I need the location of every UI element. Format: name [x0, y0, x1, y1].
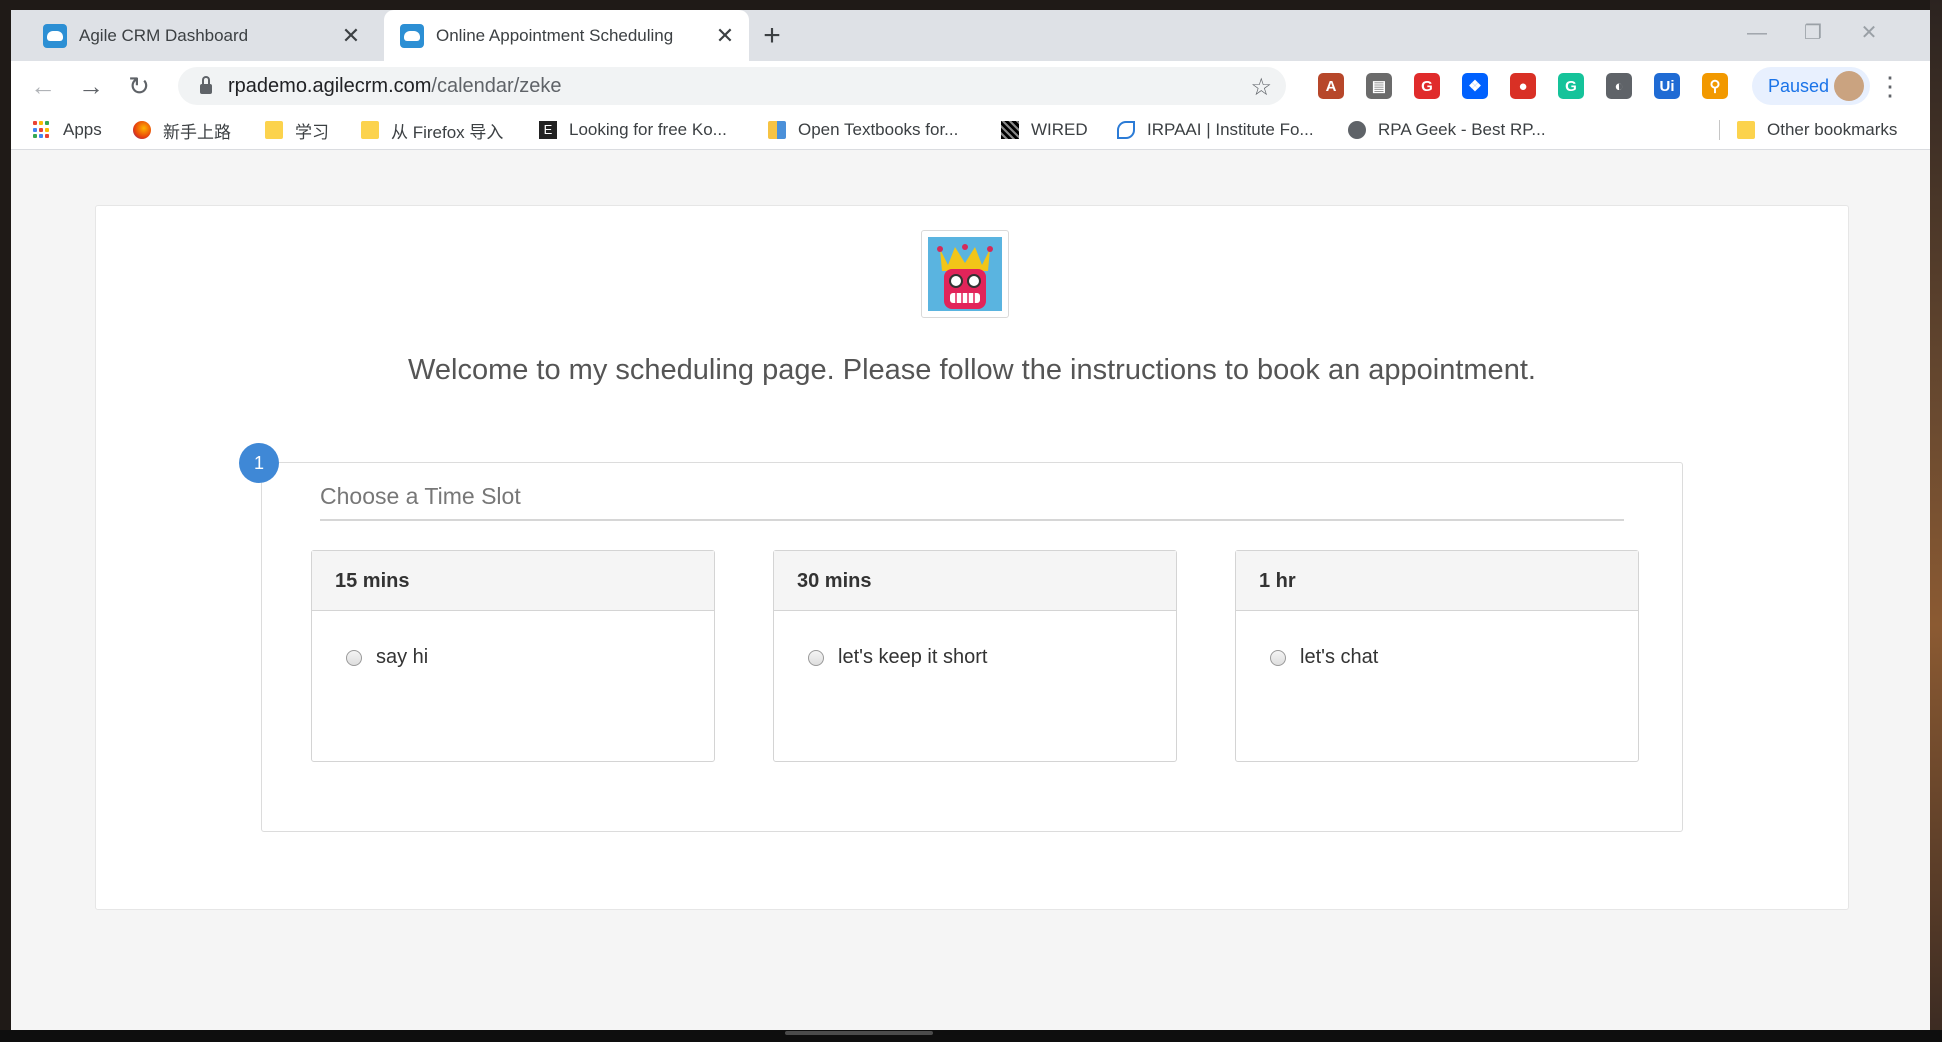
textbook-icon	[768, 121, 786, 139]
bookmark-label: RPA Geek - Best RP...	[1378, 120, 1546, 139]
close-tab-icon[interactable]: ✕	[341, 23, 361, 49]
red-square-icon[interactable]: G	[1414, 73, 1440, 99]
record-icon[interactable]: ●	[1510, 73, 1536, 99]
taskbar	[0, 1030, 1942, 1042]
taskbar-handle	[785, 1031, 933, 1035]
step-number-badge: 1	[239, 443, 279, 483]
step-title: Choose a Time Slot	[320, 483, 1624, 521]
reload-icon[interactable]: ↻	[123, 70, 155, 102]
slot-option-label: let's keep it short	[838, 646, 988, 668]
dropbox-icon[interactable]: ❖	[1462, 73, 1488, 99]
tab-title: Agile CRM Dashboard	[79, 25, 249, 45]
radio-button[interactable]	[346, 649, 362, 666]
firefox-icon	[133, 121, 151, 139]
apps-icon	[33, 121, 51, 139]
bookmark-label: Looking for free Ko...	[569, 120, 727, 139]
slot-option-label: let's chat	[1300, 646, 1379, 668]
url-path: /calendar/zeke	[431, 74, 562, 97]
tab-online-appointment-scheduling[interactable]: Online Appointment Scheduling ✕	[384, 10, 749, 61]
mascot-avatar-icon	[928, 237, 1002, 311]
welcome-message: Welcome to my scheduling page. Please fo…	[408, 354, 1536, 386]
pdf-icon[interactable]: A	[1318, 73, 1344, 99]
folder-icon	[1737, 121, 1755, 139]
address-bar[interactable]: rpademo.agilecrm.com/calendar/zeke ☆	[178, 67, 1286, 105]
bookmark-looking-for-free[interactable]: E Looking for free Ko...	[539, 111, 727, 149]
bookmarks-divider	[1719, 120, 1720, 140]
forward-arrow-icon[interactable]: →	[75, 70, 107, 102]
bookmark-label: Other bookmarks	[1767, 120, 1898, 139]
url-text: rpademo.agilecrm.com/calendar/zeke	[228, 75, 562, 98]
bookmark-irpaai[interactable]: IRPAAI | Institute Fo...	[1117, 111, 1314, 149]
bookmark-star-icon[interactable]: ☆	[1250, 73, 1272, 102]
radio-button[interactable]	[1270, 649, 1286, 666]
profile-button[interactable]: Paused	[1752, 67, 1870, 105]
avatar	[1834, 71, 1864, 101]
restore-button[interactable]: ❐	[1793, 18, 1833, 48]
slot-option-label: say hi	[376, 646, 429, 668]
bookmark-label: Open Textbooks for...	[798, 120, 959, 139]
browser-window: Agile CRM Dashboard ✕ Online Appointment…	[11, 10, 1930, 1030]
bookmark-label: 学习	[295, 122, 329, 142]
mascot-svg	[937, 244, 993, 309]
bookmark-label: WIRED	[1031, 120, 1088, 139]
minimize-button[interactable]: —	[1737, 18, 1777, 48]
bookmark-apps[interactable]: Apps	[33, 111, 102, 149]
page-content: Welcome to my scheduling page. Please fo…	[11, 150, 1930, 1030]
folder-icon	[265, 121, 283, 139]
bookmark-label: 从 Firefox 导入	[391, 122, 504, 142]
slot-card-15-mins: 15 mins say hi	[311, 550, 715, 762]
slot-option-say-hi[interactable]: say hi	[346, 646, 428, 669]
close-window-button[interactable]: ✕	[1849, 18, 1889, 48]
cloud-icon	[43, 23, 67, 48]
document-icon[interactable]: ▤	[1366, 73, 1392, 99]
slot-duration: 15 mins	[312, 551, 714, 611]
slot-duration: 30 mins	[774, 551, 1176, 611]
more-menu-icon[interactable]: ⋮	[1877, 71, 1903, 101]
scheduling-card: Welcome to my scheduling page. Please fo…	[95, 205, 1849, 910]
bookmark-rpa-geek[interactable]: RPA Geek - Best RP...	[1348, 111, 1546, 149]
browser-toolbar: ← → ↻ rpademo.agilecrm.com/calendar/zeke…	[11, 61, 1930, 111]
slot-card-30-mins: 30 mins let's keep it short	[773, 550, 1177, 762]
bookmark-label: IRPAAI | Institute Fo...	[1147, 120, 1314, 139]
bookmark-other[interactable]: Other bookmarks	[1737, 111, 1897, 149]
uipath-icon[interactable]: Ui	[1654, 73, 1680, 99]
tab-strip: Agile CRM Dashboard ✕ Online Appointment…	[11, 10, 1930, 61]
bookmark-label: Apps	[63, 120, 102, 139]
slot-option-lets-chat[interactable]: let's chat	[1270, 646, 1378, 669]
tab-title: Online Appointment Scheduling	[436, 25, 674, 45]
radio-button[interactable]	[808, 649, 824, 666]
slot-option-keep-it-short[interactable]: let's keep it short	[808, 646, 987, 669]
desktop-background	[1930, 0, 1942, 1042]
wired-icon	[1001, 121, 1019, 139]
bookmark-xinshou[interactable]: 新手上路	[133, 111, 231, 149]
circle-icon[interactable]: ◐	[1606, 73, 1632, 99]
bookmark-firefox-import[interactable]: 从 Firefox 导入	[361, 111, 503, 149]
e-icon: E	[539, 121, 557, 139]
headset-icon[interactable]: ⚲	[1702, 73, 1728, 99]
url-host: rpademo.agilecrm.com	[228, 74, 432, 97]
step-choose-time-slot: 1 Choose a Time Slot 15 mins say hi 30 m…	[239, 443, 1683, 832]
slot-card-1-hr: 1 hr let's chat	[1235, 550, 1639, 762]
irpaai-icon	[1117, 121, 1135, 139]
folder-icon	[361, 121, 379, 139]
profile-picture	[921, 230, 1009, 318]
bookmark-open-textbooks[interactable]: Open Textbooks for...	[768, 111, 958, 149]
bookmark-label: 新手上路	[163, 122, 231, 142]
globe-icon	[1348, 121, 1366, 139]
lock-icon	[200, 76, 212, 94]
bookmark-wired[interactable]: WIRED	[1001, 111, 1088, 149]
grammarly-icon[interactable]: G	[1558, 73, 1584, 99]
slot-duration: 1 hr	[1236, 551, 1638, 611]
bookmark-xuexi[interactable]: 学习	[265, 111, 329, 149]
tab-agile-crm-dashboard[interactable]: Agile CRM Dashboard ✕	[27, 10, 375, 61]
cloud-icon	[400, 23, 424, 48]
profile-status: Paused	[1768, 75, 1830, 96]
new-tab-button[interactable]: +	[756, 20, 788, 52]
close-tab-icon[interactable]: ✕	[715, 23, 735, 49]
back-arrow-icon[interactable]: ←	[27, 70, 59, 102]
bookmarks-bar: Apps 新手上路 学习 从 Firefox 导入 E Looking for …	[11, 111, 1930, 150]
